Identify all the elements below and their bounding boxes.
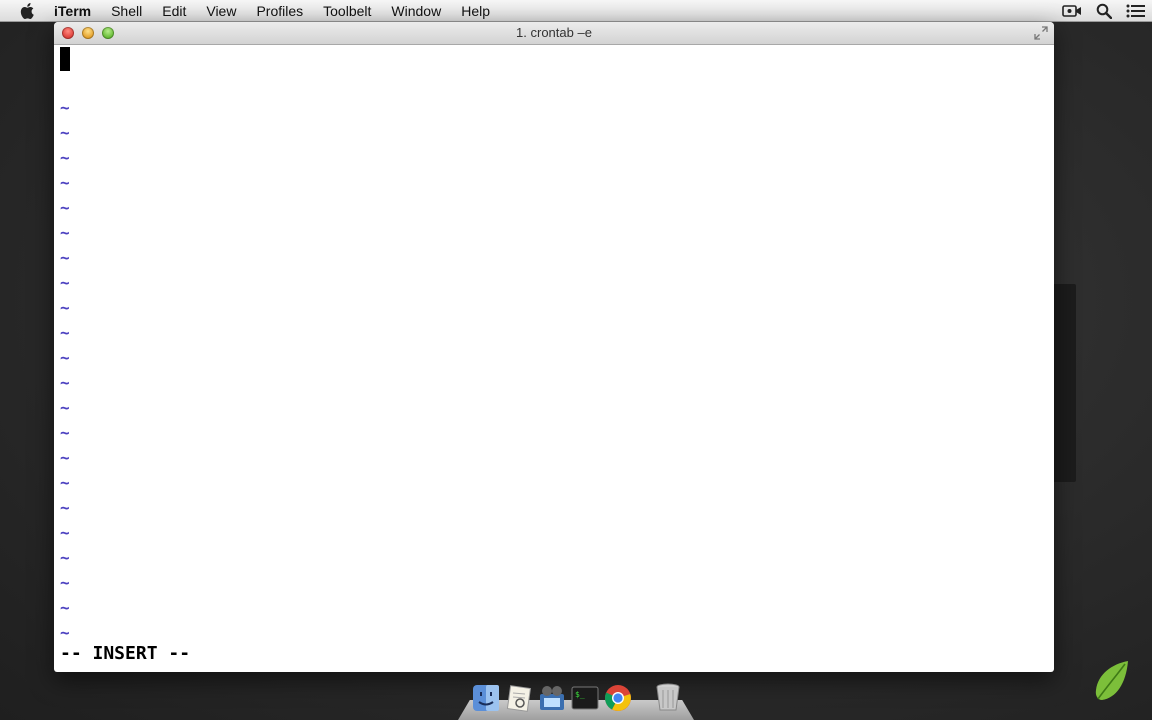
- empty-line-tilde: ~: [60, 523, 70, 542]
- empty-line-tilde: ~: [60, 348, 70, 367]
- menu-toolbelt[interactable]: Toolbelt: [313, 0, 381, 22]
- empty-line-tilde: ~: [60, 473, 70, 492]
- menu-extras: [1056, 0, 1152, 22]
- trash-icon[interactable]: [654, 680, 682, 712]
- screen-recording-icon[interactable]: [1056, 0, 1088, 22]
- empty-line-tilde: ~: [60, 498, 70, 517]
- empty-line-tilde: ~: [60, 173, 70, 192]
- notification-center-icon[interactable]: [1120, 0, 1152, 22]
- terminal-content[interactable]: ~ ~ ~ ~ ~ ~ ~ ~ ~ ~ ~ ~ ~ ~ ~ ~ ~ ~ ~ ~ ~ ~ -- INSERT --: [54, 45, 1054, 672]
- menu-shell[interactable]: Shell: [101, 0, 152, 22]
- empty-line-tilde: ~: [60, 573, 70, 592]
- window-titlebar[interactable]: 1. crontab –e: [54, 22, 1054, 45]
- window-title: 1. crontab –e: [516, 25, 592, 40]
- menu-app-name[interactable]: iTerm: [52, 0, 101, 22]
- menu-view[interactable]: View: [196, 0, 246, 22]
- menu-window[interactable]: Window: [381, 0, 451, 22]
- dock-icons: $_: [472, 680, 682, 712]
- dock-separator: [637, 680, 649, 712]
- svg-text:$_: $_: [575, 690, 585, 699]
- apple-menu-icon[interactable]: [18, 1, 38, 21]
- empty-line-tilde: ~: [60, 623, 70, 642]
- iphoto-slideshow-icon[interactable]: [538, 680, 566, 712]
- empty-line-tilde: ~: [60, 548, 70, 567]
- empty-line-tilde: ~: [60, 323, 70, 342]
- finder-icon[interactable]: [472, 680, 500, 712]
- empty-line-tilde: ~: [60, 448, 70, 467]
- menu-edit[interactable]: Edit: [152, 0, 196, 22]
- empty-line-tilde: ~: [60, 98, 70, 117]
- fullscreen-icon[interactable]: [1034, 26, 1048, 40]
- text-cursor: [60, 47, 70, 71]
- empty-line-tilde: ~: [60, 598, 70, 617]
- empty-line-markers: ~ ~ ~ ~ ~ ~ ~ ~ ~ ~ ~ ~ ~ ~ ~ ~ ~ ~ ~ ~ ~ ~: [60, 95, 70, 645]
- menu-bar: iTerm Shell Edit View Profiles Toolbelt …: [0, 0, 1152, 22]
- empty-line-tilde: ~: [60, 298, 70, 317]
- empty-line-tilde: ~: [60, 248, 70, 267]
- leaf-logo: [1092, 660, 1132, 702]
- empty-line-tilde: ~: [60, 373, 70, 392]
- empty-line-tilde: ~: [60, 223, 70, 242]
- vim-mode-line: -- INSERT --: [60, 643, 191, 664]
- empty-line-tilde: ~: [60, 273, 70, 292]
- menu-profiles[interactable]: Profiles: [246, 0, 313, 22]
- empty-line-tilde: ~: [60, 148, 70, 167]
- chrome-icon[interactable]: [604, 680, 632, 712]
- preview-icon[interactable]: [505, 680, 533, 712]
- empty-line-tilde: ~: [60, 423, 70, 442]
- iterm-window: 1. crontab –e ~ ~ ~ ~ ~ ~ ~ ~ ~ ~ ~ ~ ~ ~ ~ ~ ~ ~ ~ ~ ~ ~ -- …: [54, 22, 1054, 672]
- empty-line-tilde: ~: [60, 123, 70, 142]
- spotlight-search-icon[interactable]: [1088, 0, 1120, 22]
- empty-line-tilde: ~: [60, 198, 70, 217]
- empty-line-tilde: ~: [60, 398, 70, 417]
- dock: $_: [458, 680, 694, 720]
- terminal-icon[interactable]: $_: [571, 680, 599, 712]
- menu-help[interactable]: Help: [451, 0, 500, 22]
